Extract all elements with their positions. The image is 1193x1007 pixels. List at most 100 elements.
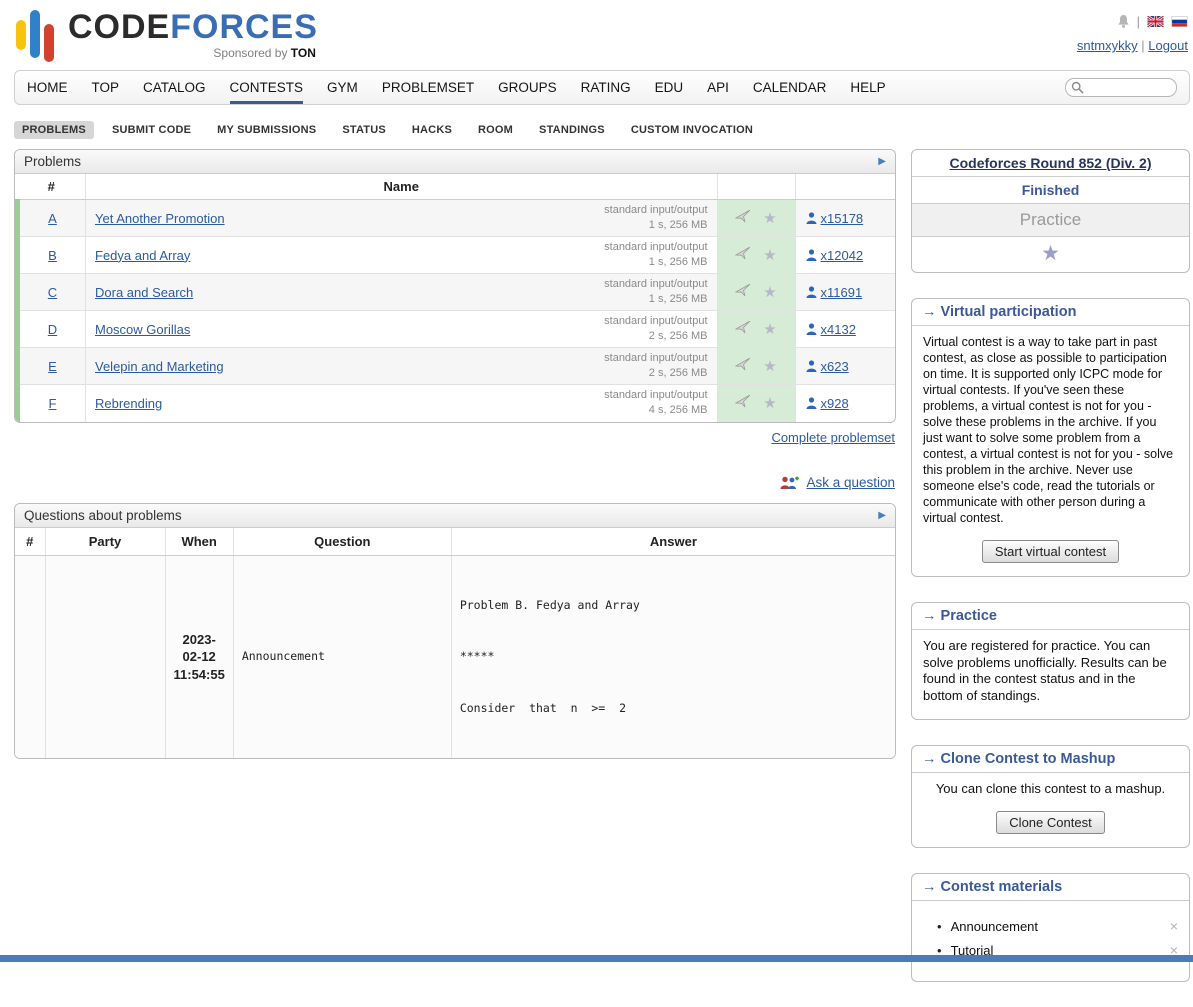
- paper-plane-icon[interactable]: [735, 211, 751, 226]
- nav-item-problemset[interactable]: PROBLEMSET: [382, 71, 474, 104]
- star-icon[interactable]: ★: [763, 321, 776, 338]
- subnav-my-submissions[interactable]: MY SUBMISSIONS: [209, 121, 324, 139]
- bell-icon[interactable]: [1117, 14, 1130, 29]
- start-virtual-contest-button[interactable]: Start virtual contest: [982, 540, 1119, 563]
- contest-materials-title[interactable]: → Contest materials: [912, 874, 1189, 901]
- problem-name-link[interactable]: Velepin and Marketing: [95, 359, 224, 374]
- solved-count-link[interactable]: x12042: [821, 248, 864, 263]
- main-content: Problems ▶ # Name A: [14, 149, 896, 759]
- problem-row: D Moscow Gorillas standard input/output2 …: [18, 311, 896, 348]
- contest-mode: Practice: [912, 204, 1189, 237]
- username-link[interactable]: sntmxykky: [1077, 38, 1138, 53]
- search-box: [1065, 78, 1177, 97]
- questions-box: Questions about problems ▶ # Party When …: [14, 503, 896, 759]
- codeforces-logo[interactable]: CODEFORCES Sponsored by TON: [16, 10, 318, 62]
- questions-caption: Questions about problems: [24, 508, 182, 523]
- problem-name-link[interactable]: Rebrending: [95, 396, 162, 411]
- paper-plane-icon[interactable]: [735, 248, 751, 263]
- star-icon[interactable]: ★: [763, 210, 776, 227]
- contest-title-link[interactable]: Codeforces Round 852 (Div. 2): [949, 155, 1151, 171]
- material-announcement-link[interactable]: Announcement: [951, 919, 1038, 934]
- problem-constraints: standard input/output2 s, 256 MB: [604, 314, 707, 344]
- caption-arrow-icon[interactable]: ▶: [878, 510, 886, 521]
- problem-letter-link[interactable]: F: [49, 396, 57, 411]
- nav-item-api[interactable]: API: [707, 71, 729, 104]
- problem-row: F Rebrendingstandard input/output4 s, 25…: [18, 385, 896, 422]
- star-icon[interactable]: ★: [763, 247, 776, 264]
- problem-constraints: standard input/output1 s, 256 MB: [604, 240, 707, 270]
- nav-item-edu[interactable]: EDU: [655, 71, 684, 104]
- practice-title[interactable]: → Practice: [912, 603, 1189, 630]
- solved-count-link[interactable]: x928: [821, 396, 849, 411]
- problem-name-link[interactable]: Moscow Gorillas: [95, 322, 190, 337]
- subnav-room[interactable]: ROOM: [470, 121, 521, 139]
- questions-header-row: # Party When Question Answer: [15, 528, 895, 556]
- logout-link[interactable]: Logout: [1148, 38, 1188, 53]
- subnav-hacks[interactable]: HACKS: [404, 121, 460, 139]
- solved-count-link[interactable]: x15178: [821, 211, 864, 226]
- practice-text: You are registered for practice. You can…: [912, 630, 1189, 719]
- subnav-submit-code[interactable]: SUBMIT CODE: [104, 121, 199, 139]
- nav-item-gym[interactable]: GYM: [327, 71, 358, 104]
- paper-plane-icon[interactable]: [735, 285, 751, 300]
- virtual-participation-title[interactable]: → Virtual participation: [912, 299, 1189, 326]
- person-icon: [806, 286, 817, 298]
- star-icon[interactable]: ★: [763, 395, 776, 412]
- solved-count-link[interactable]: x4132: [821, 322, 856, 337]
- nav-item-calendar[interactable]: CALENDAR: [753, 71, 827, 104]
- question-when: 2023-02-12 11:54:55: [165, 556, 233, 758]
- problem-letter-link[interactable]: B: [48, 248, 57, 263]
- sponsored-brand: TON: [291, 46, 316, 60]
- sidebar: Codeforces Round 852 (Div. 2) Finished P…: [911, 149, 1190, 1007]
- content-row: Problems ▶ # Name A: [14, 149, 1190, 1007]
- ask-question-link[interactable]: Ask a question: [806, 475, 895, 490]
- nav-item-top[interactable]: TOP: [92, 71, 120, 104]
- uk-flag-icon[interactable]: [1147, 16, 1164, 27]
- problem-letter-link[interactable]: C: [48, 285, 57, 300]
- col-header-name: Name: [86, 174, 718, 200]
- footer-bar: [0, 955, 1193, 962]
- user-area: | sntmxykky | Logout: [1077, 10, 1188, 53]
- solved-count-link[interactable]: x623: [821, 359, 849, 374]
- problem-letter-link[interactable]: D: [48, 322, 57, 337]
- favorite-star-icon[interactable]: ★: [1041, 242, 1060, 265]
- subnav-standings[interactable]: STANDINGS: [531, 121, 613, 139]
- person-icon: [806, 249, 817, 261]
- solved-count-link[interactable]: x11691: [821, 285, 863, 300]
- nav-item-home[interactable]: HOME: [27, 71, 68, 104]
- problem-letter-link[interactable]: E: [48, 359, 57, 374]
- contest-box: Codeforces Round 852 (Div. 2) Finished P…: [911, 149, 1190, 273]
- problem-name-link[interactable]: Dora and Search: [95, 285, 193, 300]
- person-icon: [806, 212, 817, 224]
- ru-flag-icon[interactable]: [1171, 16, 1188, 27]
- problems-table: # Name A Yet Another Promotionstandard i…: [15, 174, 895, 422]
- search-icon: [1071, 81, 1084, 94]
- problem-name-link[interactable]: Fedya and Array: [95, 248, 190, 263]
- logo-wordmark: CODEFORCES: [68, 8, 318, 46]
- paper-plane-icon[interactable]: [735, 322, 751, 337]
- paper-plane-icon[interactable]: [735, 396, 751, 411]
- nav-item-rating[interactable]: RATING: [581, 71, 631, 104]
- subnav-problems[interactable]: PROBLEMS: [14, 121, 94, 139]
- close-icon[interactable]: ×: [1170, 918, 1178, 934]
- col-header-solved: [795, 174, 895, 200]
- star-icon[interactable]: ★: [763, 358, 776, 375]
- star-icon[interactable]: ★: [763, 284, 776, 301]
- question-text: Announcement: [233, 556, 451, 758]
- nav-item-groups[interactable]: GROUPS: [498, 71, 557, 104]
- bullet-icon: •: [937, 919, 942, 934]
- nav-item-catalog[interactable]: CATALOG: [143, 71, 206, 104]
- complete-problemset-link[interactable]: Complete problemset: [771, 430, 895, 445]
- clone-mashup-title[interactable]: → Clone Contest to Mashup: [912, 746, 1189, 773]
- nav-item-contests[interactable]: CONTESTS: [230, 71, 304, 104]
- clone-contest-button[interactable]: Clone Contest: [996, 811, 1104, 834]
- subnav-status[interactable]: STATUS: [334, 121, 394, 139]
- caption-arrow-icon[interactable]: ▶: [878, 156, 886, 167]
- nav-list: HOME TOP CATALOG CONTESTS GYM PROBLEMSET…: [27, 71, 886, 104]
- problem-letter-link[interactable]: A: [48, 211, 57, 226]
- problem-name-link[interactable]: Yet Another Promotion: [95, 211, 225, 226]
- nav-item-help[interactable]: HELP: [850, 71, 885, 104]
- subnav-custom-invocation[interactable]: CUSTOM INVOCATION: [623, 121, 761, 139]
- contest-title-row: Codeforces Round 852 (Div. 2): [912, 150, 1189, 177]
- paper-plane-icon[interactable]: [735, 359, 751, 374]
